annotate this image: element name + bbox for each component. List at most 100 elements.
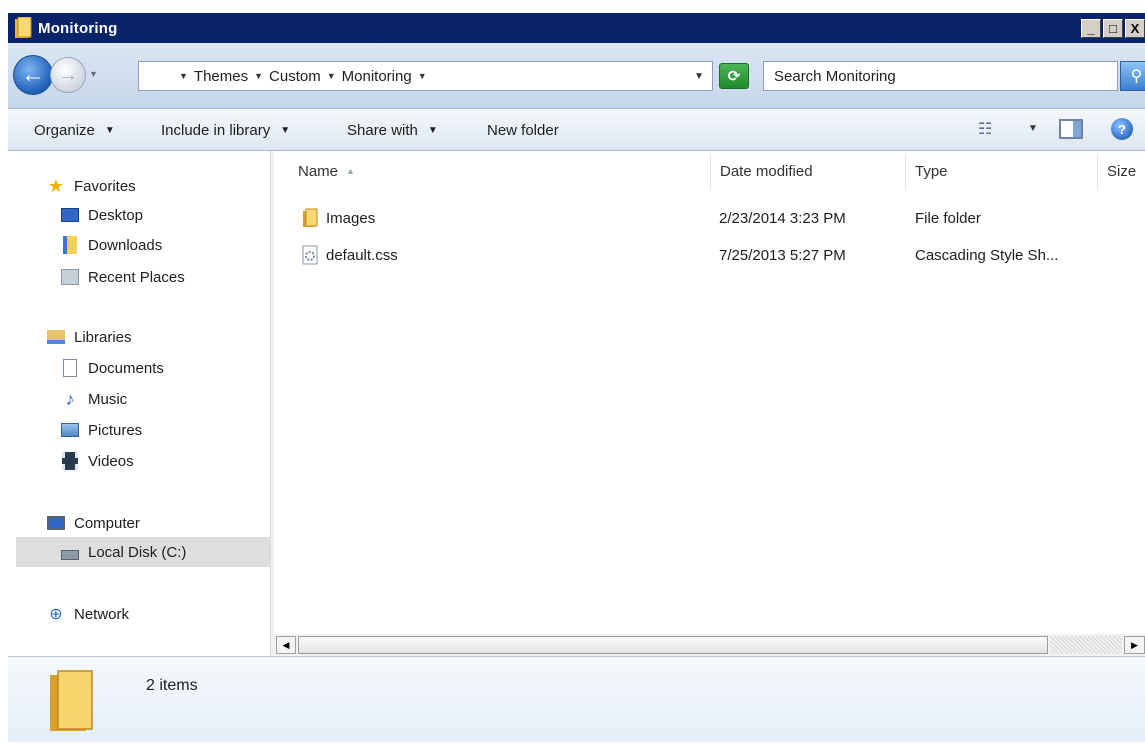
preview-pane-icon[interactable] (1059, 119, 1083, 139)
share-with-menu[interactable]: Share with ▼ (347, 109, 438, 151)
scroll-right-button[interactable]: ▶ (1124, 636, 1145, 654)
file-row[interactable]: Images 2/23/2014 3:23 PM File folder (274, 203, 1145, 233)
search-placeholder: Search Monitoring (774, 67, 896, 85)
include-in-library-menu[interactable]: Include in library ▼ (161, 109, 290, 151)
forward-button[interactable]: → (50, 57, 86, 93)
change-view-icon[interactable]: ☷ (978, 119, 1000, 139)
details-pane: 2 items (8, 656, 1145, 742)
breadcrumb: ▼ Themes ▼ Custom ▼ Monitoring ▼ (173, 68, 433, 85)
pictures-icon (60, 421, 80, 439)
breadcrumb-separator-icon[interactable]: ▼ (254, 71, 263, 81)
file-name-cell: default.css (302, 240, 398, 270)
network-icon: ⊕ (49, 606, 63, 623)
file-date: 2/23/2014 3:23 PM (719, 209, 846, 227)
command-bar: Organize ▼ Include in library ▼ Share with… (8, 109, 1145, 151)
address-bar[interactable]: ▼ Themes ▼ Custom ▼ Monitoring ▼ ▼ (138, 61, 713, 91)
nav-recent-places-label: Recent Places (88, 268, 185, 286)
file-name: default.css (326, 246, 398, 264)
history-dropdown-icon[interactable]: ▼ (89, 69, 101, 79)
nav-computer-label: Computer (74, 514, 140, 532)
file-name: Images (326, 209, 376, 227)
nav-favorites[interactable]: ★ Favorites (46, 171, 136, 201)
navigation-pane: ★ Favorites Desktop Downloads Recent Pla… (8, 151, 270, 656)
videos-icon (60, 452, 80, 470)
column-name-label: Name (298, 162, 339, 180)
nav-libraries-label: Libraries (74, 328, 132, 346)
window-title: Monitoring (38, 19, 118, 37)
address-dropdown-icon[interactable]: ▼ (694, 71, 704, 82)
close-button[interactable]: X (1125, 19, 1145, 38)
file-list: Images 2/23/2014 3:23 PM File folder def… (274, 191, 1145, 631)
maximize-button[interactable]: □ (1103, 19, 1123, 38)
breadcrumb-separator-icon[interactable]: ▼ (179, 71, 188, 81)
folder-icon (50, 670, 93, 731)
music-icon: ♪ (65, 388, 75, 409)
minimize-button[interactable]: _ (1081, 19, 1101, 38)
recent-places-icon (60, 268, 80, 286)
help-icon[interactable]: ? (1111, 118, 1133, 140)
search-input[interactable]: Search Monitoring (763, 61, 1118, 91)
column-type[interactable]: Type (905, 151, 1097, 191)
file-type: Cascading Style Sh... (915, 246, 1059, 264)
nav-network-label: Network (74, 605, 130, 623)
nav-downloads-label: Downloads (88, 236, 163, 254)
new-folder-button[interactable]: New folder (487, 109, 559, 151)
organize-menu[interactable]: Organize ▼ (34, 109, 115, 151)
nav-recent-places[interactable]: Recent Places (60, 262, 185, 292)
refresh-icon: ⟳ (727, 68, 741, 85)
nav-documents-label: Documents (88, 359, 164, 377)
search-button[interactable]: ⚲ (1120, 61, 1145, 91)
nav-favorites-label: Favorites (74, 177, 136, 195)
forward-arrow-icon: → (58, 63, 78, 86)
search-icon: ⚲ (1130, 68, 1143, 85)
file-name-cell: Images (302, 203, 375, 233)
breadcrumb-separator-icon[interactable]: ▼ (418, 71, 427, 81)
refresh-button[interactable]: ⟳ (719, 63, 749, 89)
column-size-label: Size (1107, 162, 1137, 180)
nav-network[interactable]: ⊕ Network (46, 599, 129, 629)
chevron-down-icon: ▼ (104, 124, 115, 136)
nav-libraries[interactable]: Libraries (46, 322, 132, 352)
nav-local-disk[interactable]: Local Disk (C:) (16, 537, 270, 567)
file-row[interactable]: default.css 7/25/2013 5:27 PM Cascading … (274, 240, 1145, 270)
nav-local-disk-label: Local Disk (C:) (88, 543, 187, 561)
breadcrumb-separator-icon[interactable]: ▼ (327, 71, 336, 81)
column-date-modified-label: Date modified (720, 162, 813, 180)
breadcrumb-monitoring[interactable]: Monitoring (342, 68, 412, 85)
desktop-icon (60, 206, 80, 224)
scroll-left-button[interactable]: ◀ (276, 636, 296, 654)
column-header: Name ▲ Date modified Type Size (274, 151, 1145, 191)
nav-music-label: Music (88, 390, 128, 408)
folder-icon (15, 17, 32, 38)
horizontal-scrollbar[interactable]: ◀ ▶ (274, 634, 1145, 656)
column-name[interactable]: Name ▲ (288, 151, 708, 191)
nav-pictures[interactable]: Pictures (60, 415, 142, 445)
view-options-dropdown-icon[interactable]: ▼ (1028, 123, 1038, 134)
item-count: 2 items (146, 677, 198, 694)
breadcrumb-themes[interactable]: Themes (194, 68, 248, 85)
nav-computer[interactable]: Computer (46, 508, 140, 538)
local-disk-icon (60, 543, 80, 561)
title-bar[interactable]: Monitoring _ □ X (8, 13, 1145, 43)
nav-music[interactable]: ♪ Music (60, 384, 128, 414)
file-type: File folder (915, 209, 981, 227)
nav-documents[interactable]: Documents (60, 353, 164, 383)
nav-desktop[interactable]: Desktop (60, 200, 143, 230)
folder-icon (303, 208, 318, 227)
nav-downloads[interactable]: Downloads (60, 230, 162, 260)
nav-videos-label: Videos (88, 452, 134, 470)
nav-pictures-label: Pictures (88, 421, 143, 439)
back-button[interactable]: ← (13, 55, 53, 95)
column-size[interactable]: Size (1097, 151, 1145, 191)
share-with-label: Share with (347, 121, 418, 139)
nav-videos[interactable]: Videos (60, 446, 134, 476)
column-date-modified[interactable]: Date modified (710, 151, 905, 191)
breadcrumb-custom[interactable]: Custom (269, 68, 321, 85)
computer-icon (46, 514, 66, 532)
chevron-down-icon: ▼ (427, 124, 438, 136)
scroll-track[interactable] (1050, 636, 1122, 654)
scroll-thumb[interactable] (298, 636, 1048, 654)
organize-label: Organize (34, 121, 95, 139)
address-toolbar: ← → ▼ ▼ Themes ▼ Custom ▼ Monitoring ▼ ▼… (8, 43, 1145, 109)
back-arrow-icon: ← (21, 61, 45, 88)
